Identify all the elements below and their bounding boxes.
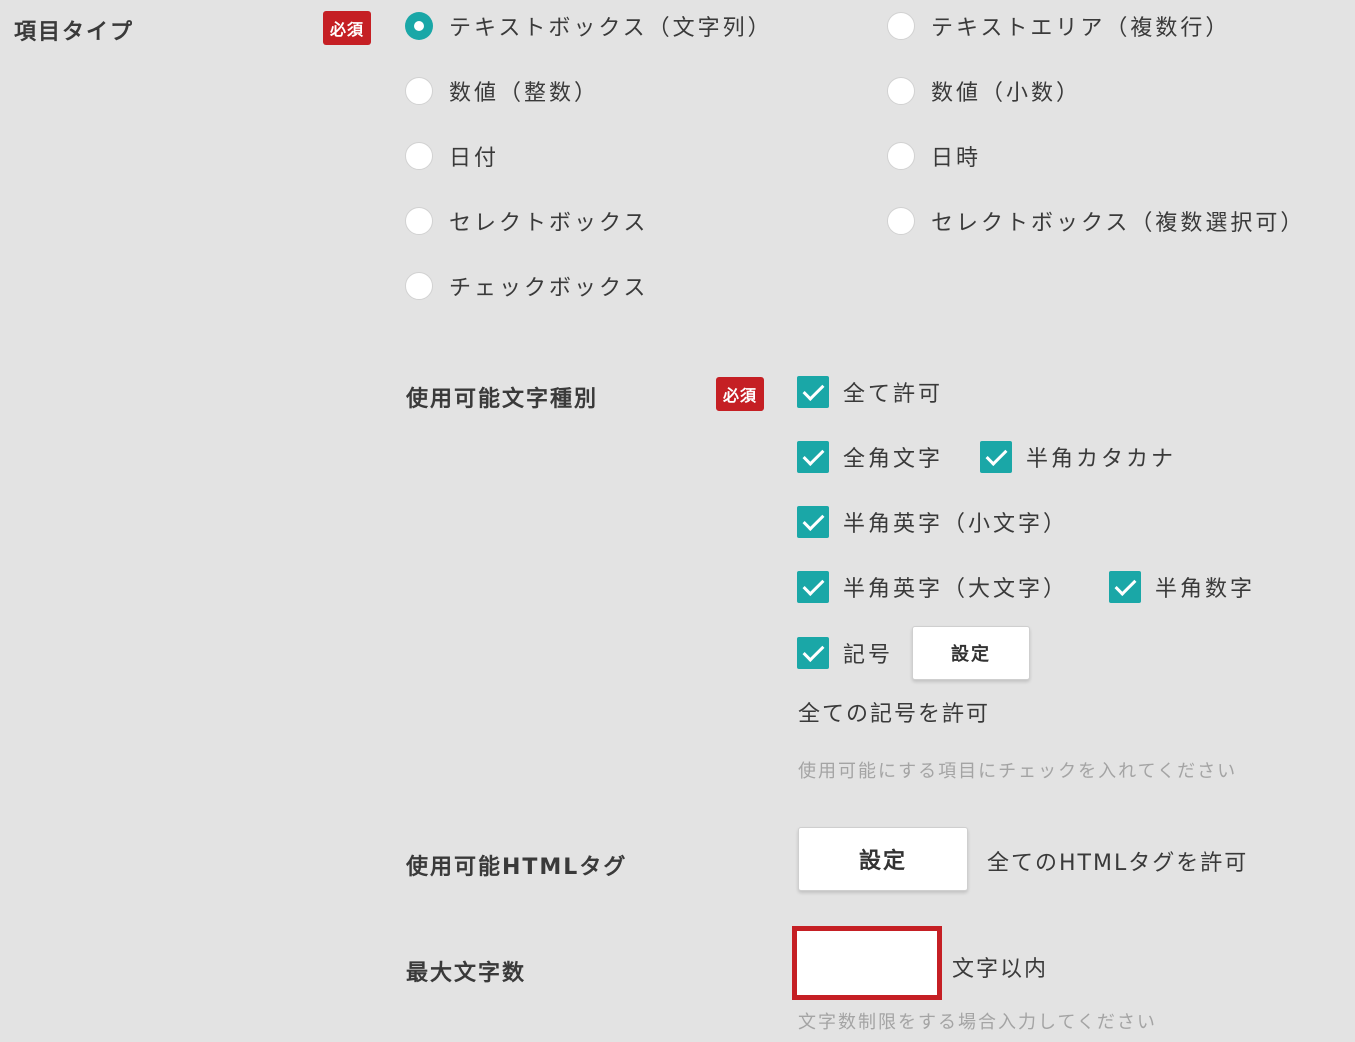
- radio-label: 日時: [931, 146, 982, 171]
- radio-button[interactable]: [405, 77, 433, 105]
- radio-label: 日付: [449, 146, 500, 171]
- symbol-settings-button[interactable]: 設定: [912, 626, 1030, 680]
- char-types-hint: 使用可能にする項目にチェックを入れてください: [798, 761, 1238, 782]
- checkbox-icon[interactable]: [1109, 571, 1141, 603]
- radio-label: 数値（整数）: [449, 81, 600, 106]
- checkbox-digits[interactable]: 半角数字: [1109, 567, 1255, 607]
- radio-option-checkbox[interactable]: チェックボックス: [405, 266, 648, 306]
- radio-label: テキストボックス（文字列）: [449, 16, 773, 41]
- checkbox-fullwidth[interactable]: 全角文字: [797, 437, 943, 477]
- checkbox-label: 記号: [843, 643, 894, 668]
- checkbox-icon[interactable]: [797, 506, 829, 538]
- radio-option-textarea[interactable]: テキストエリア（複数行）: [887, 6, 1230, 46]
- radio-option-decimal[interactable]: 数値（小数）: [887, 71, 1081, 111]
- required-badge: 必須: [716, 377, 765, 411]
- checkbox-label: 半角数字: [1155, 577, 1256, 602]
- radio-option-multiselect[interactable]: セレクトボックス（複数選択可）: [887, 201, 1305, 241]
- checkbox-allow-all[interactable]: 全て許可: [797, 372, 943, 412]
- radio-option-date[interactable]: 日付: [405, 136, 499, 176]
- radio-label: チェックボックス: [449, 276, 649, 301]
- radio-button[interactable]: [405, 12, 433, 40]
- max-chars-label: 最大文字数: [406, 961, 527, 986]
- radio-label: テキストエリア（複数行）: [931, 16, 1231, 41]
- checkbox-icon[interactable]: [797, 441, 829, 473]
- checkbox-icon[interactable]: [797, 637, 829, 669]
- checkbox-label: 半角カタカナ: [1026, 447, 1177, 472]
- radio-option-datetime[interactable]: 日時: [887, 136, 981, 176]
- item-type-label: 項目タイプ: [14, 20, 135, 45]
- checkbox-uppercase[interactable]: 半角英字（大文字）: [797, 567, 1068, 607]
- checkbox-label: 半角英字（大文字）: [843, 577, 1069, 602]
- checkbox-icon[interactable]: [797, 571, 829, 603]
- checkbox-label: 全て許可: [843, 382, 944, 407]
- radio-label: セレクトボックス: [449, 211, 649, 236]
- radio-button[interactable]: [405, 207, 433, 235]
- radio-option-select[interactable]: セレクトボックス: [405, 201, 648, 241]
- radio-option-textbox[interactable]: テキストボックス（文字列）: [405, 6, 773, 46]
- checkbox-lowercase[interactable]: 半角英字（小文字）: [797, 502, 1068, 542]
- radio-button[interactable]: [887, 77, 915, 105]
- required-badge: 必須: [323, 11, 372, 45]
- radio-button[interactable]: [405, 272, 433, 300]
- checkbox-icon[interactable]: [797, 376, 829, 408]
- max-chars-hint: 文字数制限をする場合入力してください: [798, 1012, 1157, 1033]
- symbol-status-text: 全ての記号を許可: [798, 702, 991, 727]
- html-tags-settings-button[interactable]: 設定: [798, 827, 968, 891]
- radio-option-integer[interactable]: 数値（整数）: [405, 71, 599, 111]
- checkbox-label: 全角文字: [843, 447, 944, 472]
- max-chars-input[interactable]: [792, 926, 942, 1000]
- char-types-label: 使用可能文字種別: [406, 387, 599, 412]
- radio-button[interactable]: [887, 142, 915, 170]
- checkbox-halfwidth-katakana[interactable]: 半角カタカナ: [980, 437, 1176, 477]
- radio-label: 数値（小数）: [931, 81, 1082, 106]
- html-tags-status-text: 全てのHTMLタグを許可: [987, 851, 1249, 876]
- checkbox-label: 半角英字（小文字）: [843, 512, 1069, 537]
- html-tags-label: 使用可能HTMLタグ: [406, 855, 628, 880]
- radio-label: セレクトボックス（複数選択可）: [931, 211, 1306, 236]
- radio-button[interactable]: [887, 12, 915, 40]
- radio-button[interactable]: [405, 142, 433, 170]
- checkbox-symbols[interactable]: 記号: [797, 633, 893, 673]
- max-chars-suffix: 文字以内: [952, 957, 1049, 982]
- checkbox-icon[interactable]: [980, 441, 1012, 473]
- radio-button[interactable]: [887, 207, 915, 235]
